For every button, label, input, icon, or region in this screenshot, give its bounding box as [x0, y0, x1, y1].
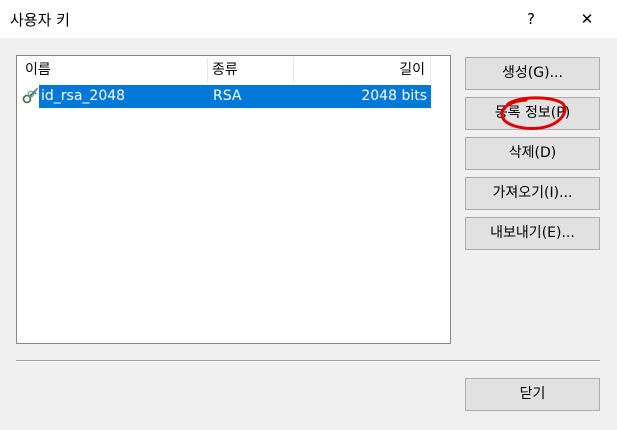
key-type: RSA [213, 88, 242, 104]
column-header-type[interactable]: 종류 [212, 56, 294, 84]
red-circle-annotation [500, 96, 567, 130]
title-bar: 사용자 키 ? ✕ [0, 0, 617, 38]
delete-button[interactable]: 삭제(D) [465, 137, 600, 170]
help-button[interactable]: ? [508, 0, 554, 38]
generate-button[interactable]: 생성(G)... [465, 57, 600, 90]
close-button[interactable]: 닫기 [465, 378, 600, 411]
close-window-button[interactable]: ✕ [564, 0, 610, 38]
list-header: 이름 종류 길이 [17, 56, 431, 84]
column-separator [293, 58, 294, 82]
key-name: id_rsa_2048 [41, 88, 126, 104]
export-button[interactable]: 내보내기(E)... [465, 217, 600, 250]
list-item[interactable]: id_rsa_2048 RSA 2048 bits [17, 85, 431, 108]
import-button[interactable]: 가져오기(I)... [465, 177, 600, 210]
divider [16, 360, 600, 362]
column-header-name[interactable]: 이름 [25, 56, 205, 84]
column-header-length[interactable]: 길이 [295, 56, 429, 84]
column-separator [430, 58, 431, 82]
column-separator [207, 58, 208, 82]
key-list[interactable]: 이름 종류 길이 id_rsa_2048 RSA 2048 bits [16, 55, 451, 344]
window-title: 사용자 키 [10, 11, 70, 29]
key-pair-icon [22, 87, 39, 104]
key-length: 2048 bits [361, 88, 427, 104]
